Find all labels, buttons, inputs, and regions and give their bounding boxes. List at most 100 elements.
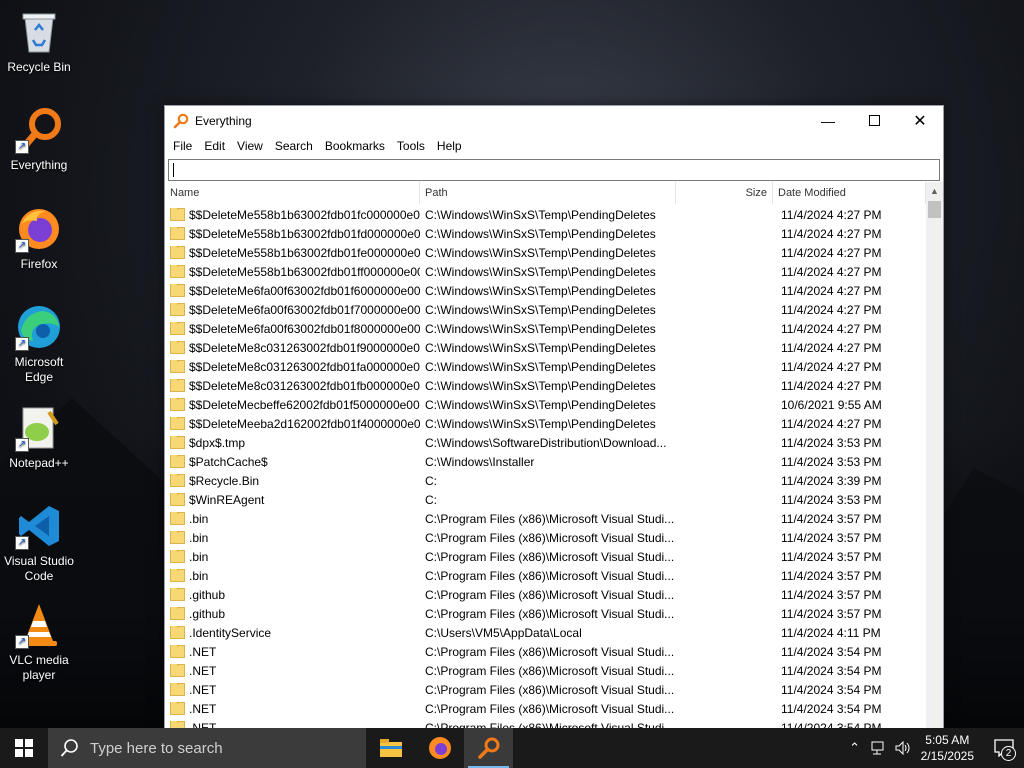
start-button[interactable] [0,728,48,768]
table-row[interactable]: $WinREAgent C: 11/4/2024 3:53 PM [165,490,926,509]
cell-name: .NET [165,644,420,659]
cell-path: C:\Users\VM5\AppData\Local [425,625,582,640]
cell-date-modified: 11/4/2024 4:27 PM [781,340,882,355]
table-row[interactable]: $Recycle.Bin C: 11/4/2024 3:39 PM [165,471,926,490]
show-hidden-icons-chevron-up-icon[interactable]: ⌃ [843,740,867,756]
cell-date-modified: 11/4/2024 3:53 PM [781,492,882,507]
table-row[interactable]: .IdentityService C:\Users\VM5\AppData\Loc… [165,623,926,642]
network-icon[interactable] [867,741,891,755]
menu-view[interactable]: View [231,139,269,153]
cell-path: C:\Windows\WinSxS\Temp\PendingDeletes [425,207,656,222]
table-row[interactable]: $$DeleteMe558b1b63002fdb01fe000000e0... C… [165,243,926,262]
taskbar-everything[interactable] [464,728,513,768]
cell-name-text: $$DeleteMe6fa00f63002fdb01f7000000e00... [189,302,420,317]
desktop-icon-firefox[interactable]: ↗ Firefox [2,205,76,272]
table-row[interactable]: $PatchCache$ C:\Windows\Installer 11/4/202… [165,452,926,471]
cell-name: $$DeleteMe6fa00f63002fdb01f8000000e00... [165,321,420,336]
folder-icon [170,340,185,354]
table-row[interactable]: .bin C:\Program Files (x86)\Microsoft Vis… [165,509,926,528]
action-center-button[interactable]: 2 [984,728,1024,768]
shortcut-arrow-icon: ↗ [15,635,29,649]
cell-name-text: $Recycle.Bin [189,473,260,488]
cell-name-text: $$DeleteMe6fa00f63002fdb01f8000000e00... [189,321,420,336]
scroll-up-arrow-icon[interactable]: ▲ [926,182,943,199]
cell-date-modified: 11/4/2024 4:27 PM [781,226,882,241]
folder-icon [170,701,185,715]
close-button[interactable]: ✕ [897,106,943,135]
column-header-size[interactable]: Size [676,182,773,204]
table-row[interactable]: .github C:\Program Files (x86)\Microsoft … [165,585,926,604]
table-row[interactable]: .NET C:\Program Files (x86)\Microsoft Vis… [165,642,926,661]
table-row[interactable]: .github C:\Program Files (x86)\Microsoft … [165,604,926,623]
taskbar-firefox[interactable] [415,728,464,768]
minimize-button[interactable]: — [805,106,851,135]
folder-icon [170,473,185,487]
table-row[interactable]: $$DeleteMe558b1b63002fdb01fd000000e0... C… [165,224,926,243]
desktop-icon-vlc[interactable]: ↗ VLC media player [2,601,76,683]
menu-help[interactable]: Help [431,139,468,153]
table-row[interactable]: $$DeleteMe8c031263002fdb01f9000000e00...… [165,338,926,357]
table-row[interactable]: $$DeleteMeeba2d162002fdb01f4000000e0... C… [165,414,926,433]
cell-path: C:\Program Files (x86)\Microsoft Visual … [425,549,675,564]
menu-file[interactable]: File [167,139,198,153]
taskbar: Type here to search ⌃ 5:05 AM 2/15/2025 … [0,728,1024,768]
column-header-date-modified[interactable]: Date Modified [773,182,926,204]
desktop-icon-recycle-bin[interactable]: Recycle Bin [2,8,76,75]
desktop-icon-edge[interactable]: ↗ Microsoft Edge [2,303,76,385]
desktop-icon-label: Recycle Bin [7,60,71,74]
table-row[interactable]: $$DeleteMe8c031263002fdb01fb000000e00...… [165,376,926,395]
cell-path: C:\Windows\WinSxS\Temp\PendingDeletes [425,283,656,298]
cell-name: .bin [165,511,420,526]
scrollbar-thumb[interactable] [928,201,941,218]
table-row[interactable]: .NET C:\Program Files (x86)\Microsoft Vis… [165,661,926,680]
cell-name-text: .NET [189,644,217,659]
table-row[interactable]: $$DeleteMe6fa00f63002fdb01f6000000e00...… [165,281,926,300]
table-row[interactable]: $$DeleteMe6fa00f63002fdb01f8000000e00...… [165,319,926,338]
folder-icon [170,302,185,316]
notification-count-badge: 2 [1001,746,1016,761]
maximize-button[interactable] [851,106,897,135]
desktop-icon-everything[interactable]: ↗ Everything [2,106,76,173]
cell-name-text: .NET [189,701,217,716]
menu-bookmarks[interactable]: Bookmarks [319,139,391,153]
table-row[interactable]: $$DeleteMecbeffe62002fdb01f5000000e00...… [165,395,926,414]
cell-date-modified: 11/4/2024 3:54 PM [781,701,882,716]
cell-name: $WinREAgent [165,492,420,507]
table-row[interactable]: $$DeleteMe6fa00f63002fdb01f7000000e00...… [165,300,926,319]
desktop-icon-label: Visual Studio Code [4,554,74,583]
column-header-path[interactable]: Path [420,182,676,204]
table-row[interactable]: .NET C:\Program Files (x86)\Microsoft Vis… [165,699,926,718]
clock[interactable]: 5:05 AM 2/15/2025 [921,732,974,764]
menu-search[interactable]: Search [269,139,319,153]
cell-name: $$DeleteMe6fa00f63002fdb01f7000000e00... [165,302,420,317]
search-input[interactable] [168,159,940,181]
menu-tools[interactable]: Tools [391,139,431,153]
cell-path: C:\Windows\WinSxS\Temp\PendingDeletes [425,226,656,241]
menu-edit[interactable]: Edit [198,139,231,153]
desktop-icon-notepadpp[interactable]: ↗ Notepad++ [2,404,76,471]
title-bar[interactable]: Everything — ✕ [165,106,943,135]
table-row[interactable]: .bin C:\Program Files (x86)\Microsoft Vis… [165,528,926,547]
table-row[interactable]: .bin C:\Program Files (x86)\Microsoft Vis… [165,566,926,585]
table-row[interactable]: $dpx$.tmp C:\Windows\SoftwareDistribution… [165,433,926,452]
shortcut-arrow-icon: ↗ [15,536,29,550]
taskbar-search-box[interactable]: Type here to search [48,728,366,768]
cell-name-text: $dpx$.tmp [189,435,246,450]
column-header-name[interactable]: Name [165,182,420,204]
shortcut-arrow-icon: ↗ [15,337,29,351]
cell-name-text: .github [189,587,226,602]
table-row[interactable]: $$DeleteMe8c031263002fdb01fa000000e00...… [165,357,926,376]
cell-date-modified: 11/4/2024 4:27 PM [781,378,882,393]
table-row[interactable]: $$DeleteMe558b1b63002fdb01fc000000e0... C… [165,205,926,224]
cell-name-text: $PatchCache$ [189,454,268,469]
table-row[interactable]: $$DeleteMe558b1b63002fdb01ff000000e00...… [165,262,926,281]
table-row[interactable]: .NET C:\Program Files (x86)\Microsoft Vis… [165,680,926,699]
cell-date-modified: 11/4/2024 4:27 PM [781,321,882,336]
taskbar-file-explorer[interactable] [366,728,415,768]
desktop-icon-vscode[interactable]: ↗ Visual Studio Code [2,502,76,584]
desktop-icon-label: VLC media player [9,653,69,682]
vertical-scrollbar[interactable]: ▲ [926,182,943,729]
cell-name-text: $$DeleteMe8c031263002fdb01fa000000e00... [189,359,420,374]
volume-icon[interactable] [891,741,915,755]
table-row[interactable]: .bin C:\Program Files (x86)\Microsoft Vis… [165,547,926,566]
